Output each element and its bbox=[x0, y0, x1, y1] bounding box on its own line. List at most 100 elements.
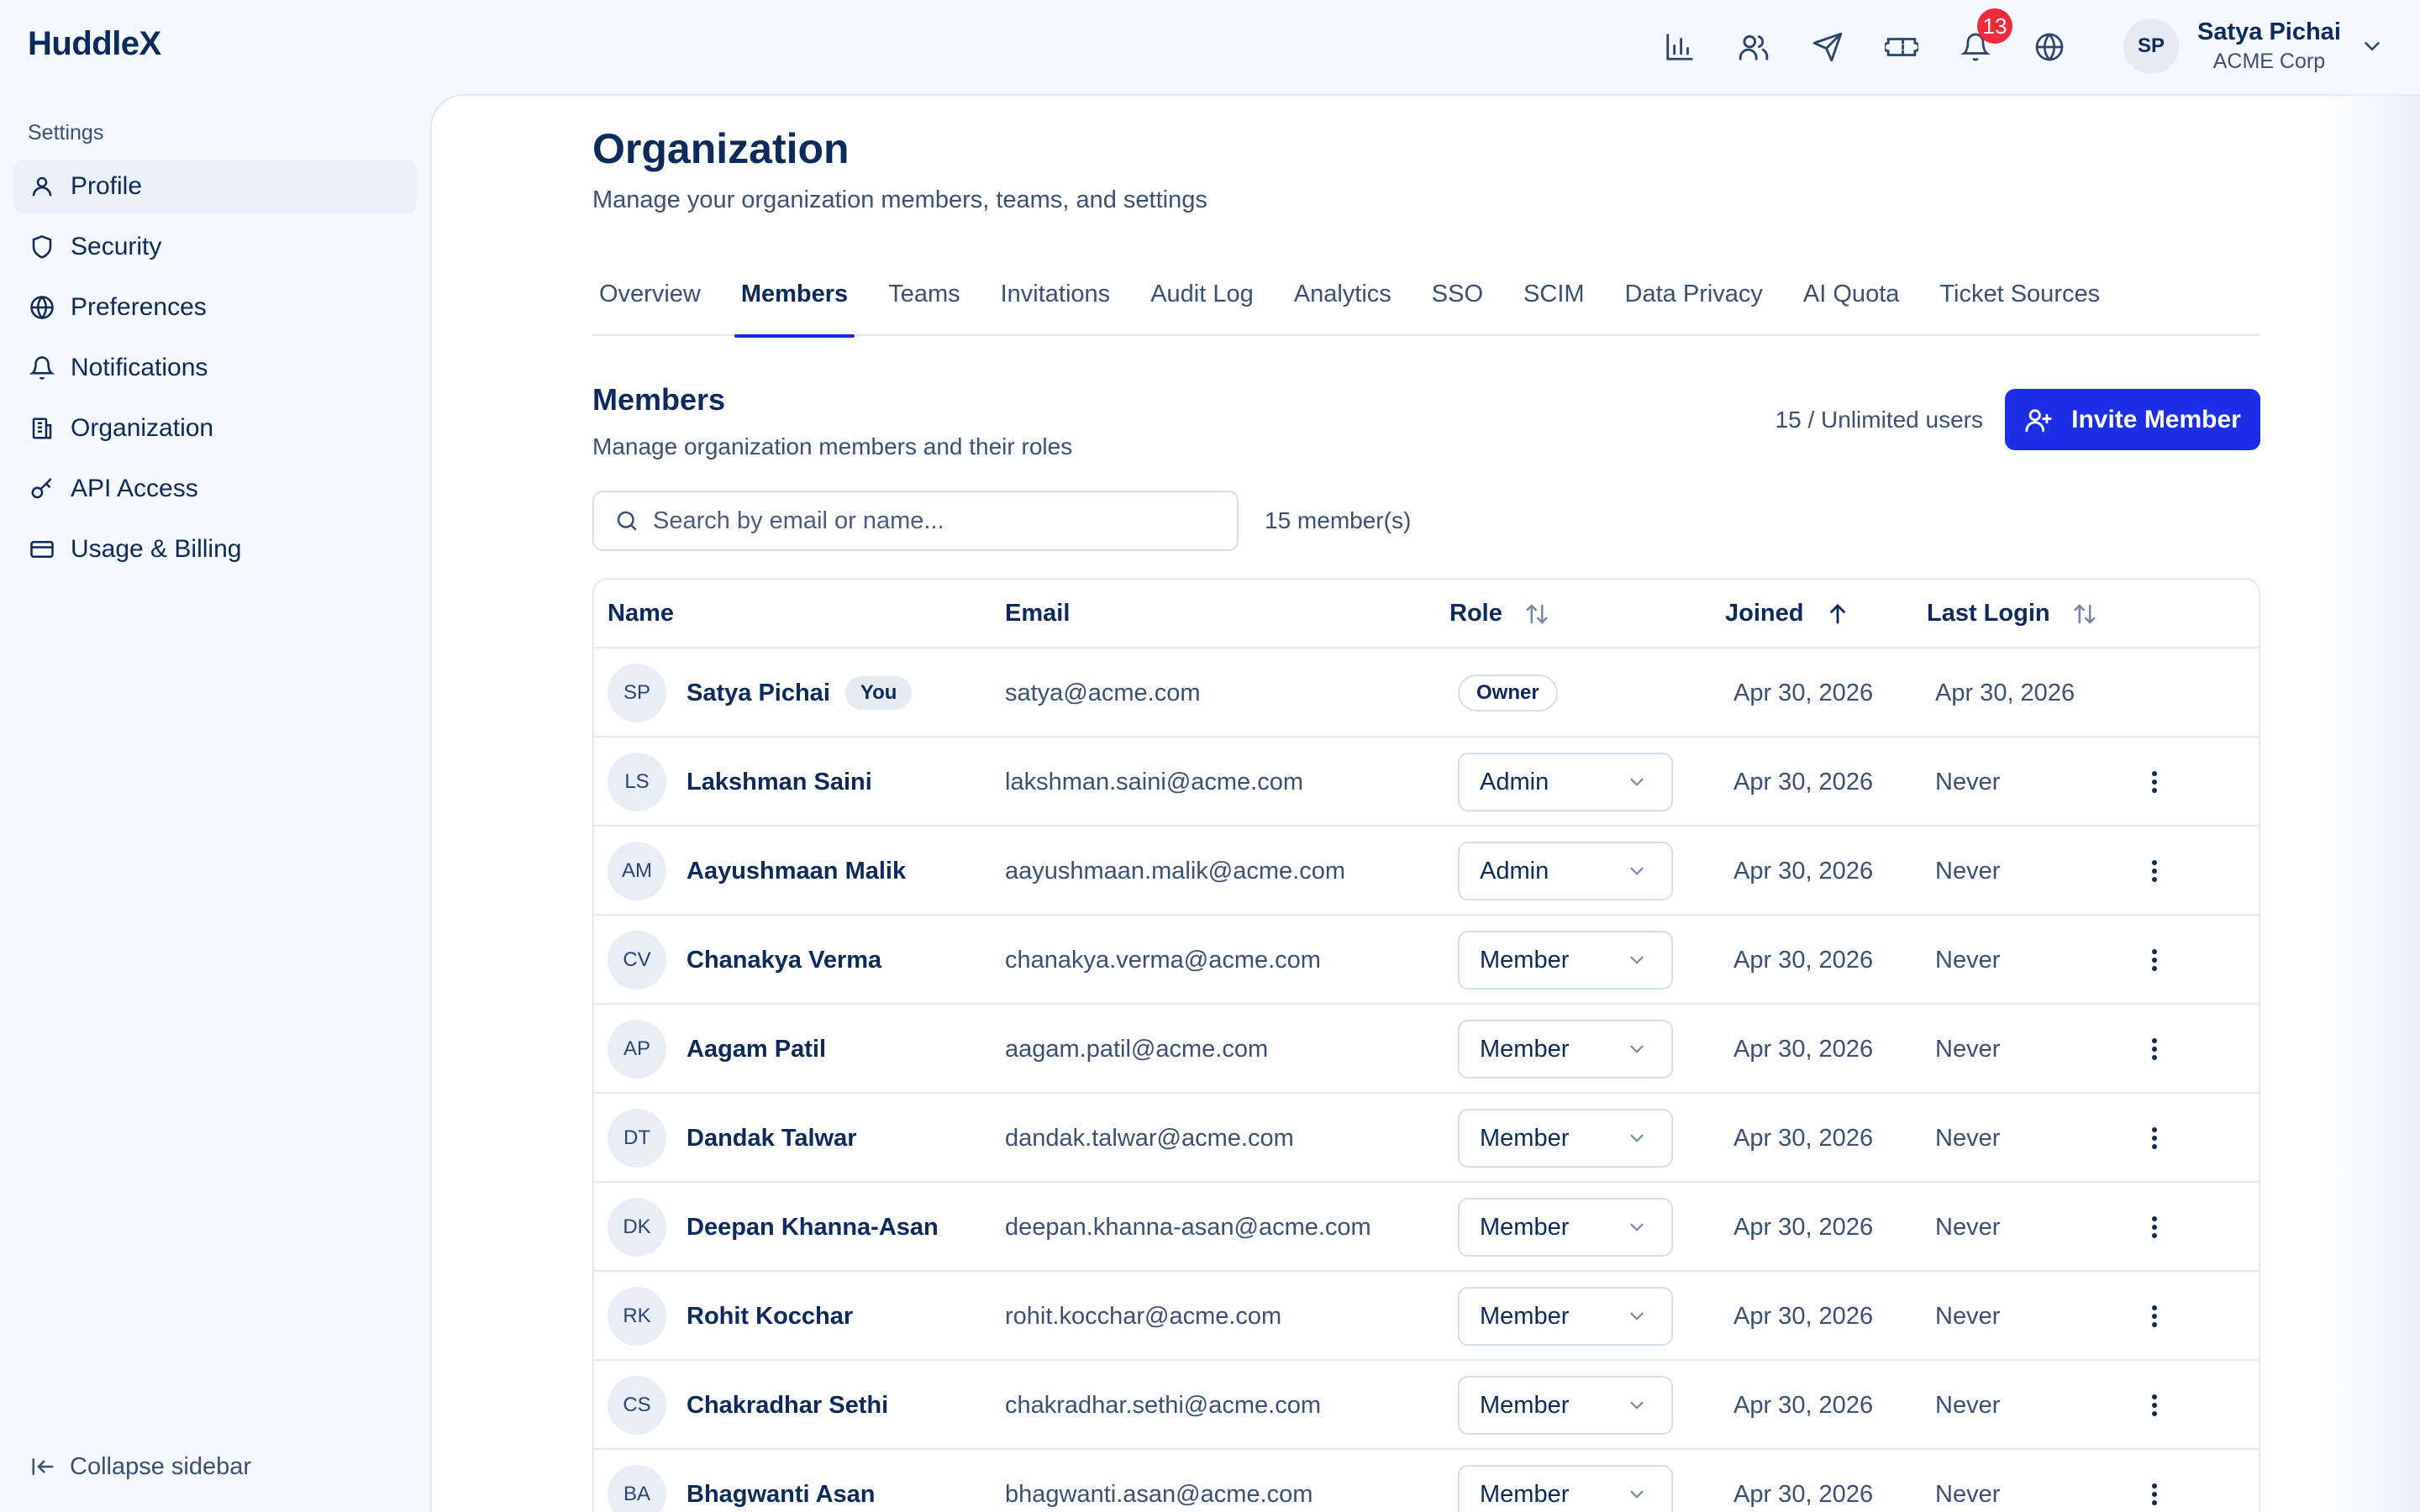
chart-bar-icon[interactable] bbox=[1660, 27, 1700, 67]
column-header-role[interactable]: Role bbox=[1449, 600, 1549, 627]
column-role-label: Role bbox=[1449, 600, 1502, 627]
user-name: Satya Pichai bbox=[2197, 18, 2341, 45]
role-select[interactable]: Member bbox=[1458, 1109, 1673, 1168]
top-icon-bar: 13 bbox=[1660, 8, 2070, 67]
tab-overview[interactable]: Overview bbox=[592, 277, 708, 336]
joined-date: Apr 30, 2026 bbox=[1733, 1302, 1874, 1330]
chevron-down-icon bbox=[1626, 1305, 1648, 1327]
tab-data-privacy[interactable]: Data Privacy bbox=[1618, 277, 1770, 336]
member-count: 15 member(s) bbox=[1265, 507, 1412, 533]
globe-icon[interactable] bbox=[2029, 27, 2070, 67]
tab-audit-log[interactable]: Audit Log bbox=[1144, 277, 1260, 336]
role-select[interactable]: Admin bbox=[1458, 753, 1673, 811]
collapse-sidebar-button[interactable]: Collapse sidebar bbox=[28, 1452, 251, 1482]
row-actions-cell bbox=[2138, 1361, 2171, 1450]
chevron-down-icon bbox=[2360, 34, 2385, 59]
member-name: Chakradhar Sethi bbox=[687, 1391, 889, 1419]
column-name-label: Name bbox=[608, 600, 674, 627]
column-last-login-label: Last Login bbox=[1927, 600, 2050, 627]
ticket-icon[interactable] bbox=[1881, 27, 1922, 67]
user-menu[interactable]: SP Satya Pichai ACME Corp bbox=[2123, 18, 2385, 74]
member-name-cell: DK Deepan Khanna-Asan bbox=[608, 1183, 939, 1272]
member-email: aagam.patil@acme.com bbox=[1005, 1035, 1269, 1063]
member-name-cell: CS Chakradhar Sethi bbox=[608, 1361, 888, 1450]
role-select[interactable]: Member bbox=[1458, 1287, 1673, 1346]
member-email: dandak.talwar@acme.com bbox=[1005, 1124, 1294, 1152]
more-vertical-icon[interactable] bbox=[2138, 1380, 2171, 1431]
more-vertical-icon[interactable] bbox=[2138, 846, 2171, 896]
row-actions-cell bbox=[2138, 1183, 2171, 1272]
more-vertical-icon[interactable] bbox=[2138, 1024, 2171, 1074]
member-name-cell: SP Satya Pichai You bbox=[608, 648, 913, 738]
more-vertical-icon[interactable] bbox=[2138, 1113, 2171, 1163]
more-vertical-icon[interactable] bbox=[2138, 1202, 2171, 1252]
avatar: CS bbox=[608, 1376, 666, 1435]
member-name: Chanakya Verma bbox=[687, 946, 882, 974]
tab-invitations[interactable]: Invitations bbox=[994, 277, 1118, 336]
chevron-down-icon bbox=[1626, 1394, 1648, 1416]
joined-date: Apr 30, 2026 bbox=[1733, 1035, 1874, 1063]
tab-scim[interactable]: SCIM bbox=[1517, 277, 1591, 336]
role-select[interactable]: Member bbox=[1458, 1465, 1673, 1512]
more-vertical-icon[interactable] bbox=[2138, 1291, 2171, 1341]
sidebar-item-api-access[interactable]: API Access bbox=[13, 462, 417, 516]
role-value: Member bbox=[1480, 1035, 1570, 1063]
role-value: Member bbox=[1480, 1213, 1570, 1241]
table-row: CV Chanakya Verma chanakya.verma@acme.com M… bbox=[594, 916, 2259, 1005]
arrow-left-bar-icon bbox=[28, 1452, 58, 1482]
bell-icon[interactable]: 13 bbox=[1955, 8, 2012, 67]
building-icon bbox=[27, 413, 57, 444]
role-select[interactable]: Member bbox=[1458, 1376, 1673, 1435]
row-actions-cell bbox=[2138, 827, 2171, 916]
member-name-cell: RK Rohit Kocchar bbox=[608, 1272, 853, 1361]
send-icon[interactable] bbox=[1807, 27, 1848, 67]
role-select[interactable]: Member bbox=[1458, 931, 1673, 990]
sidebar-item-organization[interactable]: Organization bbox=[13, 402, 417, 455]
row-actions-cell bbox=[2138, 916, 2171, 1005]
tab-teams[interactable]: Teams bbox=[881, 277, 966, 336]
members-section-subtitle: Manage organization members and their ro… bbox=[592, 433, 1073, 459]
role-select[interactable]: Admin bbox=[1458, 842, 1673, 900]
more-vertical-icon[interactable] bbox=[2138, 757, 2171, 807]
tab-analytics[interactable]: Analytics bbox=[1287, 277, 1398, 336]
role-cell: Owner bbox=[1458, 648, 1558, 738]
more-vertical-icon[interactable] bbox=[2138, 935, 2171, 985]
role-cell: Member bbox=[1458, 1183, 1673, 1272]
sort-icon[interactable] bbox=[2072, 601, 2097, 627]
invite-member-button[interactable]: Invite Member bbox=[2005, 389, 2260, 450]
avatar: AM bbox=[608, 842, 666, 900]
role-select[interactable]: Member bbox=[1458, 1198, 1673, 1257]
sort-icon[interactable] bbox=[1524, 601, 1549, 627]
sidebar-item-notifications[interactable]: Notifications bbox=[13, 341, 417, 395]
settings-sidebar: Settings Profile Security Preferences No… bbox=[0, 94, 430, 1512]
table-row: AM Aayushmaan Malik aayushmaan.malik@acme.… bbox=[594, 827, 2259, 916]
more-vertical-icon[interactable] bbox=[2138, 1469, 2171, 1512]
tab-ai-quota[interactable]: AI Quota bbox=[1797, 277, 1906, 336]
app-logo[interactable]: HuddleX bbox=[28, 25, 161, 63]
user-org: ACME Corp bbox=[2212, 50, 2326, 73]
table-row: DK Deepan Khanna-Asan deepan.khanna-asan@a… bbox=[594, 1183, 2259, 1272]
sidebar-item-usage-billing[interactable]: Usage & Billing bbox=[13, 522, 417, 576]
chevron-down-icon bbox=[1626, 1127, 1648, 1149]
sidebar-item-label: Organization bbox=[71, 414, 214, 442]
last-login: Never bbox=[1935, 1213, 2001, 1241]
sidebar-item-security[interactable]: Security bbox=[13, 220, 417, 274]
sidebar-item-profile[interactable]: Profile bbox=[13, 160, 417, 213]
role-select[interactable]: Member bbox=[1458, 1020, 1673, 1079]
role-value: Member bbox=[1480, 1480, 1570, 1508]
table-row: DT Dandak Talwar dandak.talwar@acme.com Mem… bbox=[594, 1094, 2259, 1183]
search-input[interactable] bbox=[653, 507, 1191, 535]
column-header-last-login[interactable]: Last Login bbox=[1927, 600, 2097, 627]
joined-date: Apr 30, 2026 bbox=[1733, 1124, 1874, 1152]
users-icon[interactable] bbox=[1733, 27, 1774, 67]
role-value: Admin bbox=[1480, 768, 1549, 795]
table-header: Name Email Role Joined Last Login bbox=[594, 580, 2259, 648]
sort-ascending-icon[interactable] bbox=[1825, 601, 1850, 627]
tab-sso[interactable]: SSO bbox=[1425, 277, 1490, 336]
role-cell: Admin bbox=[1458, 827, 1673, 916]
member-email: chakradhar.sethi@acme.com bbox=[1005, 1391, 1321, 1419]
sidebar-item-preferences[interactable]: Preferences bbox=[13, 281, 417, 334]
column-header-joined[interactable]: Joined bbox=[1725, 600, 1850, 627]
tab-ticket-sources[interactable]: Ticket Sources bbox=[1933, 277, 2107, 336]
tab-members[interactable]: Members bbox=[734, 277, 855, 338]
